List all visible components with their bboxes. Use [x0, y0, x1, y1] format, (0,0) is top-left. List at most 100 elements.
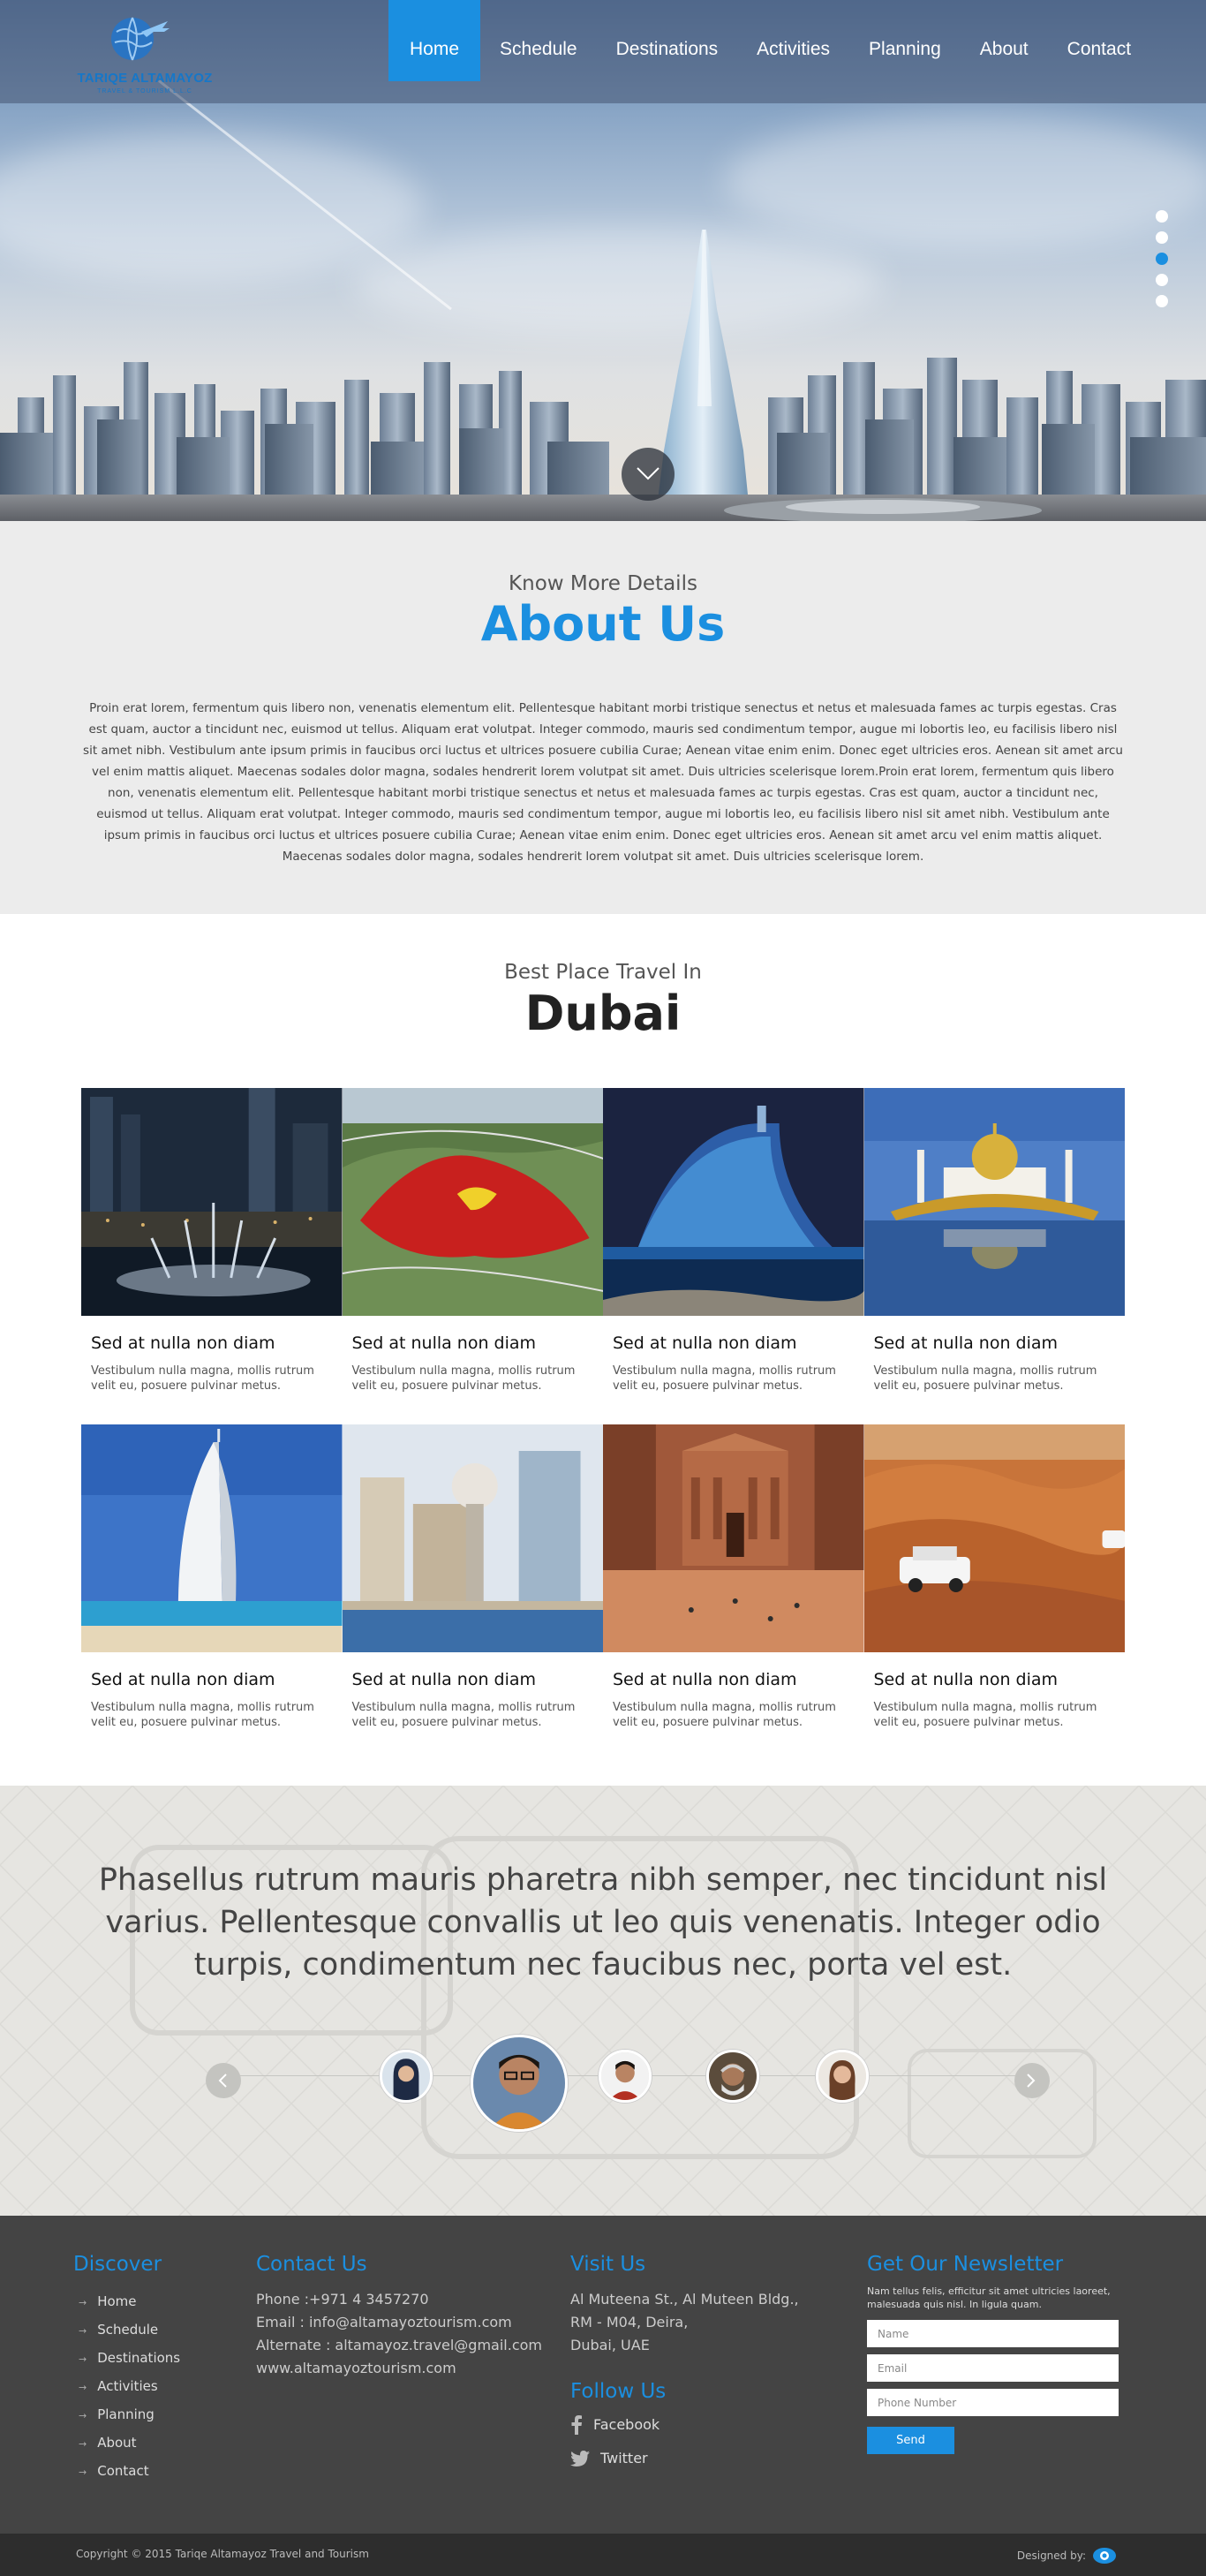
twitter-link[interactable]: Twitter	[570, 2442, 799, 2475]
site-logo[interactable]: TARIQE ALTAMAYOZ TRAVEL & TOURISM L.L.C	[74, 9, 215, 97]
contact-alternate-email[interactable]: Alternate : altamayoz.travel@gmail.com	[256, 2334, 542, 2357]
about-title: About Us	[480, 596, 726, 652]
hero-slider: TARIQE ALTAMAYOZ TRAVEL & TOURISM L.L.C …	[0, 0, 1206, 521]
footer-newsletter: Get Our Newsletter Nam tellus felis, eff…	[867, 2253, 1119, 2454]
address-line: Dubai, UAE	[570, 2337, 650, 2353]
address-line: Al Muteena St., Al Muteen Bldg.,	[570, 2291, 799, 2308]
next-testimonial-button[interactable]	[1014, 2063, 1050, 2098]
fountain-night-image	[81, 1088, 343, 1316]
globe-plane-icon	[111, 17, 170, 61]
designed-by-label: Designed by:	[1016, 2550, 1086, 2562]
ferrari-world-image	[342, 1088, 603, 1316]
card-title: Sed at nulla non diam	[613, 1333, 797, 1353]
copyright-text: Copyright © 2015 Tariqe Altamayoz Travel…	[76, 2548, 369, 2560]
destination-card[interactable]: Sed at nulla non diam Vestibulum nulla m…	[81, 1088, 343, 1424]
arrow-right-icon: →	[79, 2410, 87, 2421]
destinations-title: Dubai	[524, 986, 682, 1041]
hero-cloud	[724, 115, 1206, 247]
newsletter-send-button[interactable]: Send	[867, 2427, 954, 2454]
nav-about[interactable]: About	[961, 0, 1048, 81]
card-title: Sed at nulla non diam	[351, 1670, 537, 1689]
footer-link-contact[interactable]: → Contact	[73, 2458, 180, 2486]
contact-email[interactable]: Email : info@altamayoztourism.com	[256, 2311, 542, 2334]
twitter-icon	[570, 2451, 590, 2466]
scroll-down-button[interactable]	[622, 448, 675, 501]
avatar-older-man[interactable]	[706, 2050, 759, 2103]
footer-link-label: Activities	[97, 2378, 158, 2394]
card-title: Sed at nulla non diam	[873, 1670, 1059, 1689]
footer-link-label: About	[97, 2435, 137, 2451]
destinations-kicker: Best Place Travel In	[504, 961, 702, 984]
follow-heading: Follow Us	[570, 2380, 667, 2403]
logo-name: TARIQE ALTAMAYOZ	[77, 71, 213, 86]
footer-contact: Contact Us Phone :+971 4 3457270 Email :…	[256, 2253, 542, 2380]
chevron-down-icon	[637, 467, 660, 480]
discover-heading: Discover	[73, 2253, 162, 2276]
petra-treasury-image	[603, 1424, 864, 1652]
arrow-right-icon: →	[79, 2297, 87, 2308]
etisalat-towers-image	[342, 1424, 603, 1652]
arrow-right-icon: →	[79, 2438, 87, 2450]
arrow-right-icon: →	[79, 2382, 87, 2393]
newsletter-phone-input[interactable]	[867, 2389, 1119, 2416]
footer-link-activities[interactable]: → Activities	[73, 2373, 180, 2401]
background-pattern	[0, 1786, 1206, 2216]
card-desc: Vestibulum nulla magna, mollis rutrum ve…	[873, 1701, 1097, 1729]
slider-dot[interactable]	[1156, 231, 1168, 244]
card-desc: Vestibulum nulla magna, mollis rutrum ve…	[91, 1701, 314, 1729]
arrow-right-icon: →	[79, 2353, 87, 2365]
nav-home[interactable]: Home	[388, 0, 481, 81]
arrow-right-icon: →	[79, 2466, 87, 2478]
card-title: Sed at nulla non diam	[873, 1333, 1059, 1353]
destination-card[interactable]: Sed at nulla non diam Vestibulum nulla m…	[863, 1088, 1125, 1424]
newsletter-name-input[interactable]	[867, 2320, 1119, 2347]
card-desc: Vestibulum nulla magna, mollis rutrum ve…	[91, 1364, 314, 1393]
destination-card[interactable]: Sed at nulla non diam Vestibulum nulla m…	[603, 1088, 864, 1424]
nav-schedule[interactable]: Schedule	[480, 0, 597, 81]
destination-card[interactable]: Sed at nulla non diam Vestibulum nulla m…	[81, 1424, 343, 1761]
footer-link-label: Contact	[97, 2463, 149, 2479]
destination-card[interactable]: Sed at nulla non diam Vestibulum nulla m…	[342, 1088, 603, 1424]
destination-card[interactable]: Sed at nulla non diam Vestibulum nulla m…	[342, 1424, 603, 1761]
jumeirah-hotel-image	[603, 1088, 864, 1316]
discover-links: → Home → Schedule → Destinations → Activitie…	[73, 2288, 180, 2486]
footer-link-schedule[interactable]: → Schedule	[73, 2316, 180, 2345]
destination-card[interactable]: Sed at nulla non diam Vestibulum nulla m…	[603, 1424, 864, 1761]
slider-dot-active[interactable]	[1156, 253, 1168, 265]
contact-website[interactable]: www.altamayoztourism.com	[256, 2357, 542, 2380]
about-section: Know More Details About Us Proin erat lo…	[0, 521, 1206, 914]
nav-destinations[interactable]: Destinations	[597, 0, 738, 81]
designed-by[interactable]: Designed by:	[1017, 2546, 1118, 2565]
burj-al-arab-image	[81, 1424, 343, 1652]
footer-link-about[interactable]: → About	[73, 2429, 180, 2458]
card-desc: Vestibulum nulla magna, mollis rutrum ve…	[613, 1701, 836, 1729]
about-body: Proin erat lorem, fermentum quis libero …	[83, 701, 1123, 864]
nav-activities[interactable]: Activities	[737, 0, 849, 81]
footer-link-planning[interactable]: → Planning	[73, 2401, 180, 2429]
card-title: Sed at nulla non diam	[351, 1333, 537, 1353]
nav-planning[interactable]: Planning	[849, 0, 961, 81]
slider-dot[interactable]	[1156, 274, 1168, 286]
testimonial-section: Phasellus rutrum mauris pharetra nibh se…	[0, 1786, 1206, 2216]
card-title: Sed at nulla non diam	[91, 1333, 275, 1353]
footer-link-destinations[interactable]: → Destinations	[73, 2345, 180, 2373]
prev-testimonial-button[interactable]	[206, 2063, 241, 2098]
footer-link-label: Destinations	[97, 2350, 181, 2366]
card-desc: Vestibulum nulla magna, mollis rutrum ve…	[351, 1364, 576, 1393]
footer-link-home[interactable]: → Home	[73, 2288, 180, 2316]
logo-tagline: TRAVEL & TOURISM L.L.C	[97, 88, 192, 94]
slider-dot[interactable]	[1156, 210, 1168, 223]
destination-card[interactable]: Sed at nulla non diam Vestibulum nulla m…	[863, 1424, 1125, 1761]
avatar-man-smiling[interactable]	[599, 2050, 652, 2103]
avatar-man-glasses[interactable]	[471, 2035, 568, 2132]
slider-dot[interactable]	[1156, 295, 1168, 307]
facebook-link[interactable]: Facebook	[570, 2408, 799, 2442]
facebook-label: Facebook	[593, 2416, 660, 2433]
nav-contact[interactable]: Contact	[1048, 0, 1150, 81]
avatar-woman-smiling[interactable]	[816, 2050, 869, 2103]
card-desc: Vestibulum nulla magna, mollis rutrum ve…	[613, 1364, 836, 1393]
card-desc: Vestibulum nulla magna, mollis rutrum ve…	[873, 1364, 1097, 1393]
newsletter-email-input[interactable]	[867, 2354, 1119, 2382]
address-line: RM - M04, Deira,	[570, 2314, 689, 2330]
avatar-woman-hijab[interactable]	[380, 2050, 433, 2103]
